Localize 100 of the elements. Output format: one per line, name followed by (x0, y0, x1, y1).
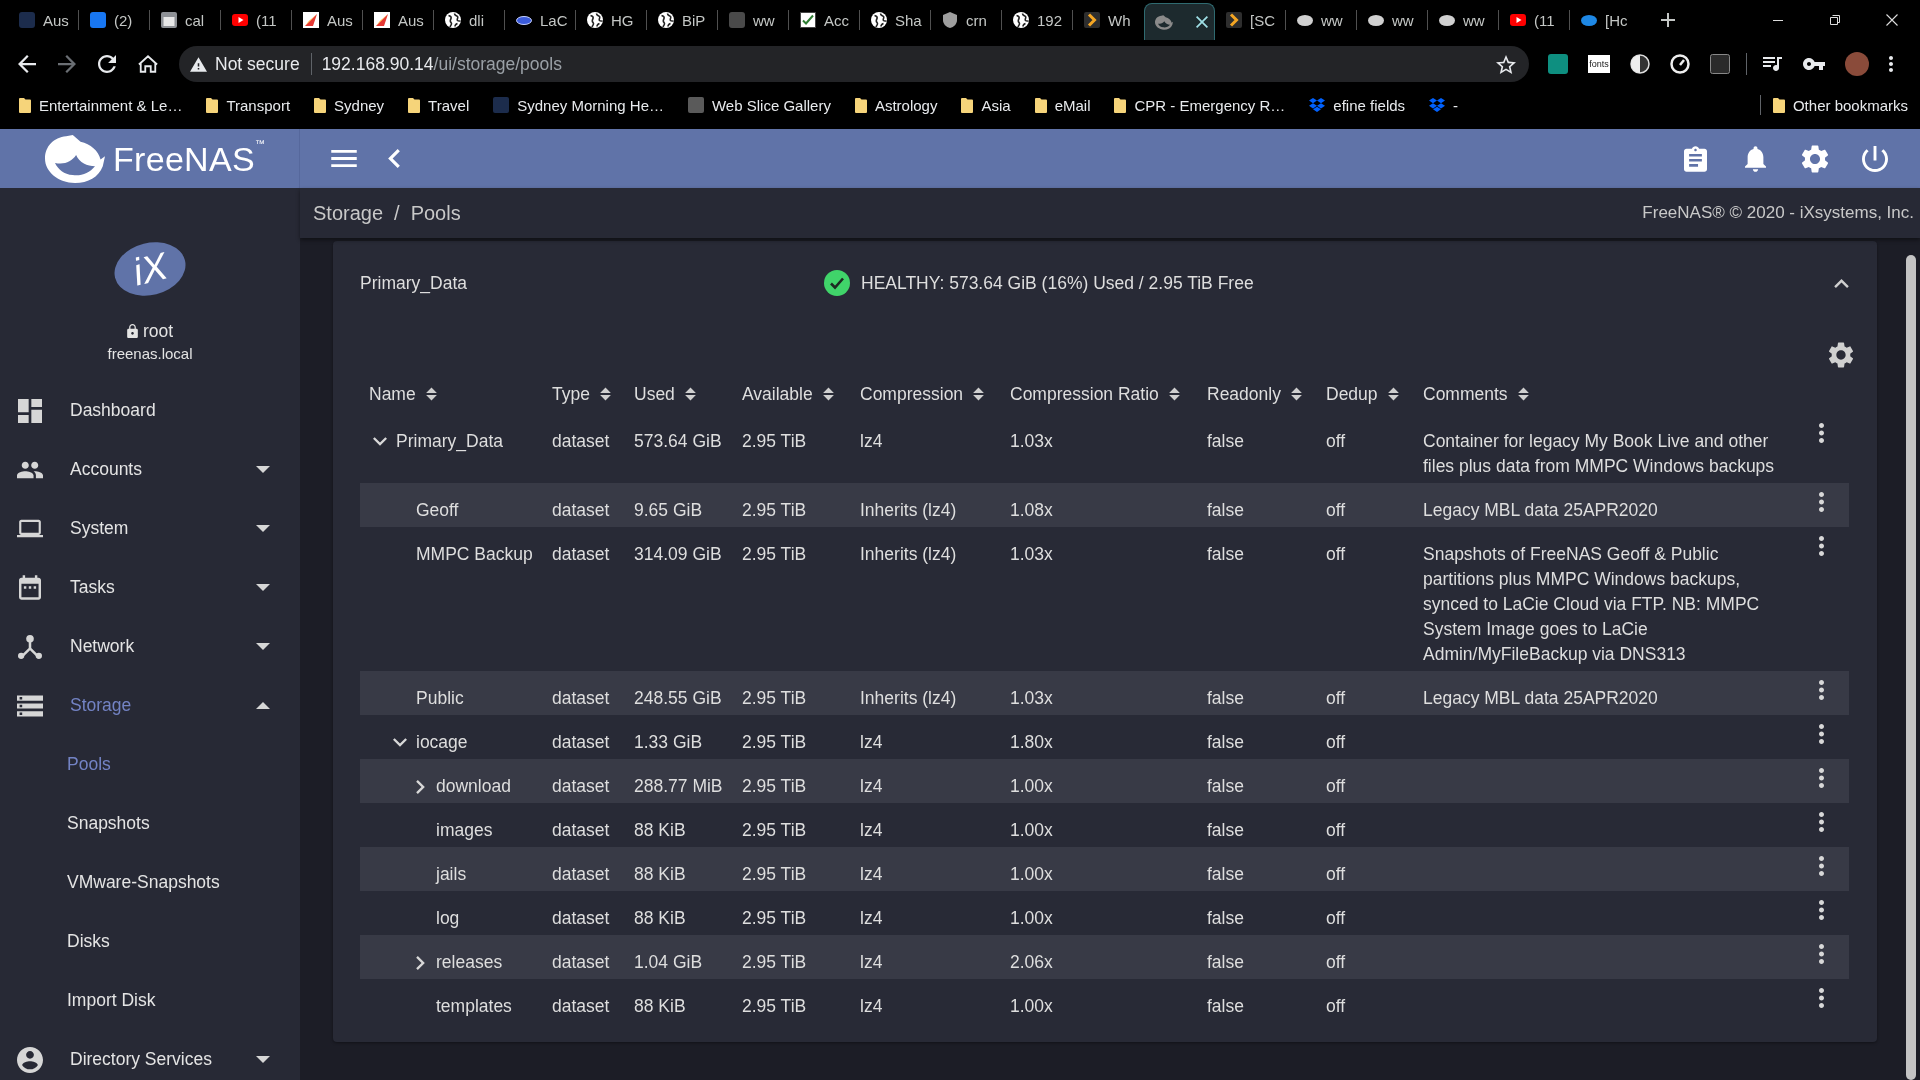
bookmark[interactable]: Web Slice Gallery (675, 88, 843, 122)
breadcrumb-current: Pools (410, 201, 461, 225)
nav-subitem[interactable]: VMware-Snapshots (0, 853, 300, 912)
power-icon[interactable] (1862, 145, 1888, 172)
address-bar[interactable]: Not secure 192.168.90.14/ui/storage/pools (179, 46, 1529, 82)
nav-subitem[interactable]: Snapshots (0, 794, 300, 853)
playlist-icon[interactable] (1763, 57, 1783, 71)
nav-item[interactable]: Network (0, 617, 300, 676)
bookmark[interactable]: Asia (949, 88, 1023, 122)
bookmark[interactable]: Other bookmarks (1760, 88, 1920, 122)
browser-tab[interactable] (1144, 3, 1215, 40)
table-cell-text: 1.08x (1010, 499, 1054, 522)
more-icon[interactable] (1819, 856, 1824, 876)
bookmark[interactable]: - (1417, 88, 1471, 122)
bookmark[interactable]: Travel (396, 88, 482, 122)
more-icon[interactable] (1819, 492, 1824, 512)
bookmark[interactable]: Entertainment & Le… (7, 88, 195, 122)
restore-icon[interactable] (1829, 15, 1840, 25)
bookmark[interactable]: Sydney (302, 88, 397, 122)
close-icon[interactable] (1885, 14, 1898, 26)
bookmark[interactable]: Transport (194, 88, 303, 122)
nav-subitem[interactable]: Disks (0, 912, 300, 971)
home-icon[interactable] (138, 55, 158, 73)
star-icon[interactable] (1496, 54, 1516, 74)
forward-icon[interactable] (58, 55, 76, 73)
more-icon[interactable] (1819, 812, 1824, 832)
menu-icon[interactable] (331, 150, 357, 167)
nav-item[interactable]: Accounts (0, 440, 300, 499)
extension-button[interactable]: fonts (1588, 55, 1610, 73)
settings-icon[interactable] (1802, 144, 1828, 173)
column-header[interactable]: Available (742, 383, 834, 405)
checkbox-icon (800, 12, 816, 28)
nav-item[interactable]: Storage (0, 676, 300, 735)
table-cell-text: false (1207, 907, 1245, 930)
close-icon[interactable] (1196, 16, 1208, 28)
table-cell-text: 9.65 GiB (634, 499, 704, 522)
tile-icon[interactable] (1548, 54, 1568, 74)
nav-item[interactable]: System (0, 499, 300, 558)
warning-icon (190, 56, 207, 72)
bookmark[interactable]: CPR - Emergency R… (1102, 88, 1298, 122)
more-icon[interactable] (1819, 724, 1824, 744)
tile-icon[interactable] (1710, 54, 1730, 74)
browser-tab[interactable]: [Hc (1570, 0, 1641, 40)
table-cell-text: 2.06x (1010, 951, 1054, 974)
more-icon[interactable] (1819, 900, 1824, 920)
nav-item[interactable]: Dashboard (0, 381, 300, 440)
clipboard-icon[interactable] (1683, 145, 1707, 172)
column-header[interactable]: Used (634, 383, 696, 405)
column-header[interactable]: Compression Ratio (1010, 383, 1180, 405)
gauge-icon[interactable] (1670, 54, 1690, 74)
table-cell-text: dataset (552, 430, 611, 453)
bookmark[interactable]: efine fields (1297, 88, 1418, 122)
tile-icon (19, 12, 35, 28)
table-cell-text: off (1326, 499, 1347, 522)
column-header[interactable]: Dedup (1326, 383, 1399, 405)
table-cell-text: dataset (552, 543, 611, 566)
chevron-right-icon[interactable] (415, 779, 425, 794)
table-cell-text: false (1207, 731, 1245, 754)
key-icon[interactable] (1803, 58, 1825, 70)
avatar-icon[interactable] (1845, 52, 1869, 76)
bookmark[interactable]: eMail (1022, 88, 1103, 122)
chevron-left-icon[interactable] (388, 149, 400, 168)
more-icon[interactable] (1889, 56, 1893, 72)
nav-subitem[interactable]: Pools (0, 735, 300, 794)
chevron-down-icon[interactable] (393, 738, 407, 747)
chevron-right-icon[interactable] (415, 955, 425, 970)
more-icon[interactable] (1819, 680, 1824, 700)
breadcrumb-link[interactable]: Storage (313, 201, 384, 225)
scrollbar[interactable] (1906, 255, 1916, 1080)
more-icon[interactable] (1819, 944, 1824, 964)
lock-icon (126, 324, 138, 338)
back-icon[interactable] (18, 55, 36, 73)
more-icon[interactable] (1819, 988, 1824, 1008)
column-header[interactable]: Name (369, 383, 437, 405)
reload-icon[interactable] (98, 55, 116, 73)
nav-subitem[interactable]: Import Disk (0, 971, 300, 1030)
more-icon[interactable] (1819, 536, 1824, 556)
chevron-down-icon[interactable] (373, 437, 387, 446)
column-header[interactable]: Compression (860, 383, 985, 405)
sort-icon (599, 387, 611, 401)
sort-icon (1168, 387, 1180, 401)
minimize-icon[interactable] (1772, 19, 1783, 21)
bookmark[interactable]: Astrology (842, 88, 950, 122)
chevron-up-icon[interactable] (1834, 278, 1849, 288)
nav-item[interactable]: Tasks (0, 558, 300, 617)
more-icon[interactable] (1819, 423, 1824, 443)
table-cell-text: dataset (552, 819, 611, 842)
plus-icon[interactable] (1661, 13, 1675, 27)
bell-icon[interactable] (1744, 145, 1766, 172)
column-header[interactable]: Comments (1423, 383, 1529, 405)
browser-tab[interactable]: Wh (1073, 0, 1144, 40)
bookmark[interactable]: Sydney Morning He… (481, 88, 676, 122)
nav-item[interactable]: Directory Services (0, 1030, 300, 1080)
column-header[interactable]: Readonly (1207, 383, 1302, 405)
chevron-tile-icon (1084, 12, 1100, 28)
more-icon[interactable] (1819, 768, 1824, 788)
column-header[interactable]: Type (552, 383, 611, 405)
settings-icon[interactable] (1829, 342, 1853, 368)
half-circle-icon[interactable] (1630, 54, 1650, 74)
security-chip[interactable]: Not secure (190, 53, 312, 75)
